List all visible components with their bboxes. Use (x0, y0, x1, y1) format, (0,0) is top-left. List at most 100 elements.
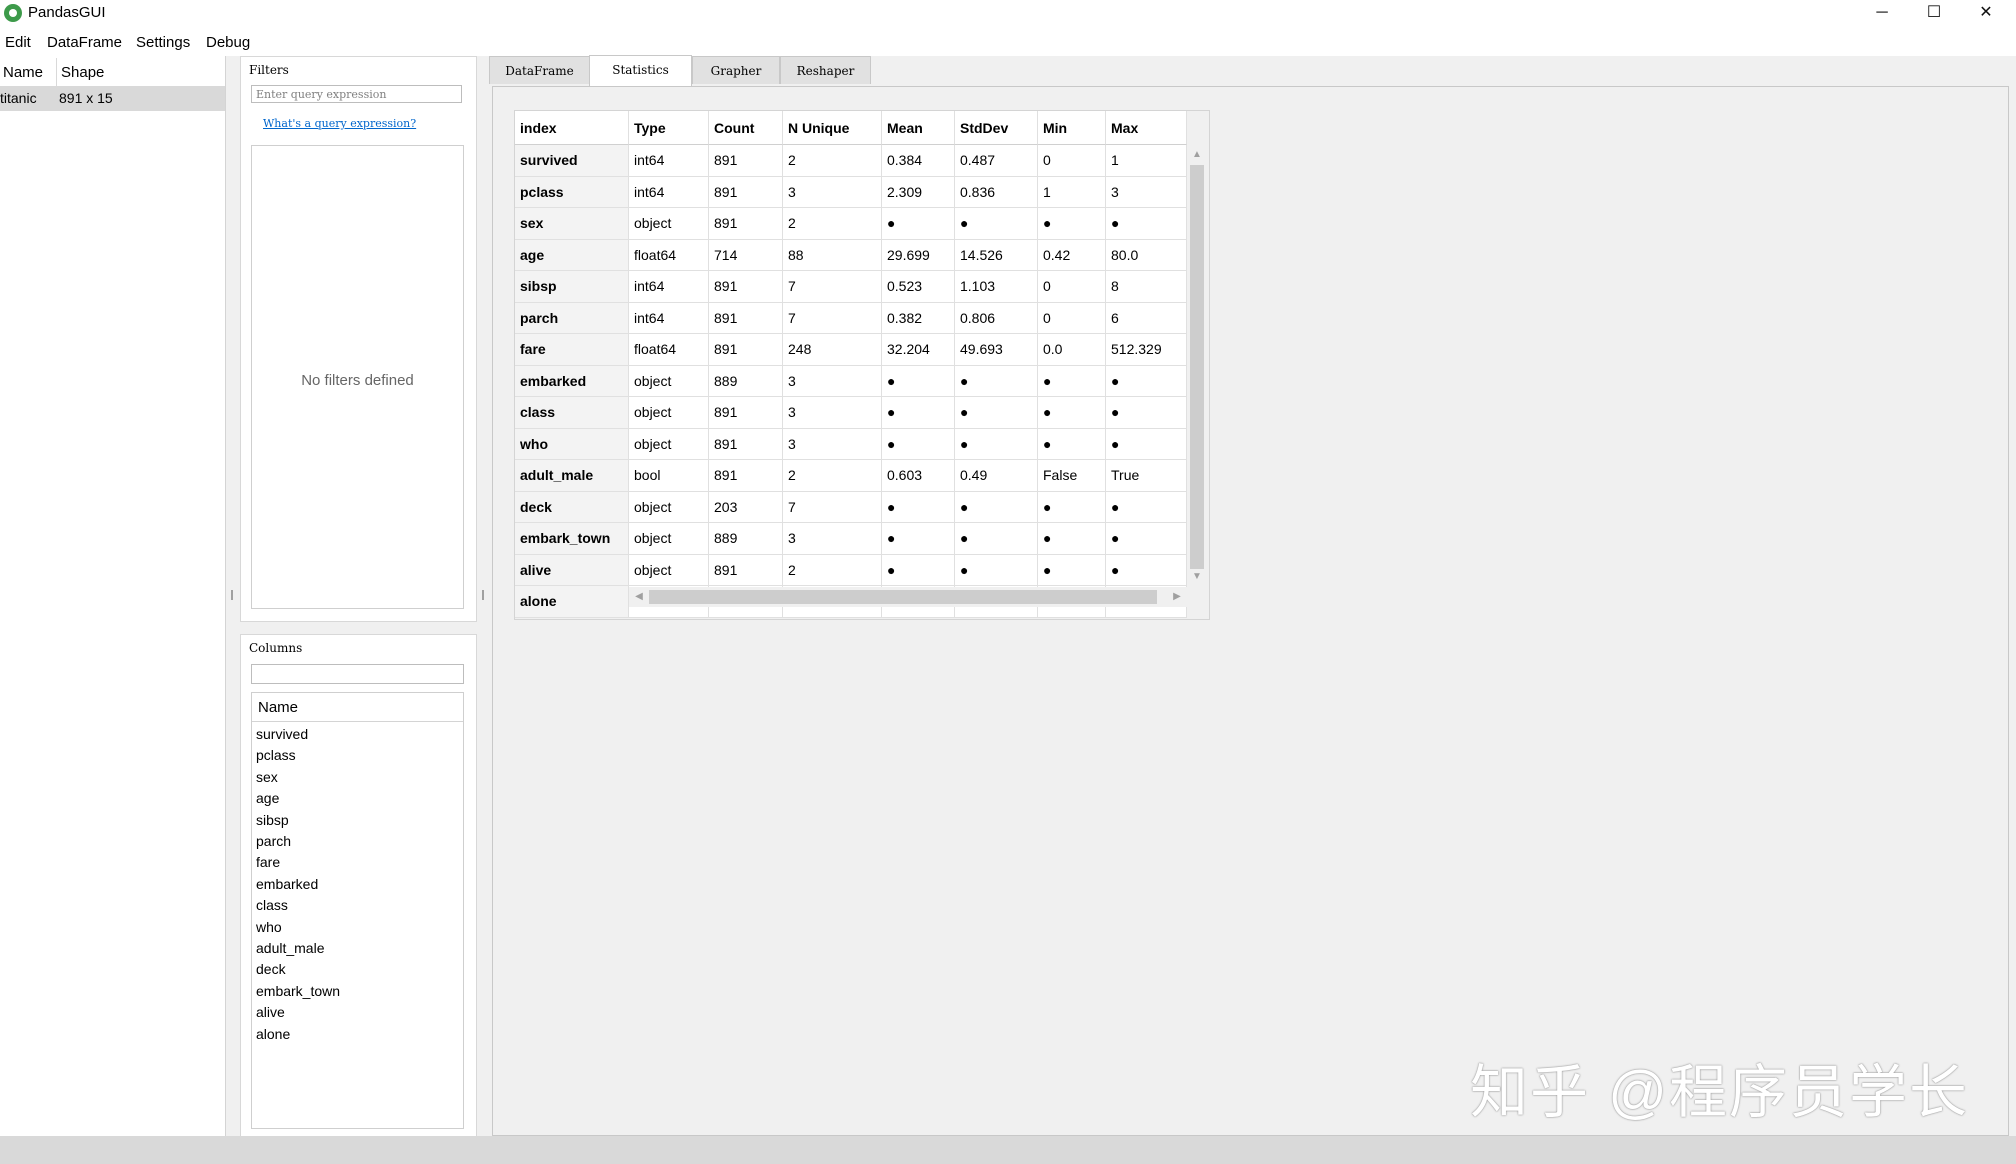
stats-row-index[interactable]: who (515, 428, 629, 460)
stats-row-index[interactable]: survived (515, 145, 629, 177)
stats-cell[interactable]: ● (1038, 365, 1106, 397)
stats-header-count[interactable]: Count (709, 111, 783, 145)
stats-cell[interactable]: float64 (629, 334, 709, 366)
scroll-up-arrow-icon[interactable]: ▲ (1187, 147, 1207, 163)
column-item[interactable]: pclass (256, 747, 296, 763)
stats-cell[interactable]: 3 (783, 365, 882, 397)
stats-cell[interactable]: ● (955, 208, 1038, 240)
stats-cell[interactable]: 2 (783, 460, 882, 492)
stats-cell[interactable]: object (629, 365, 709, 397)
menu-debug[interactable]: Debug (206, 34, 250, 51)
columns-search-input[interactable] (251, 664, 464, 684)
maximize-button[interactable]: ☐ (1910, 0, 1958, 28)
stats-cell[interactable]: 2 (783, 145, 882, 177)
stats-cell[interactable]: 0.836 (955, 176, 1038, 208)
stats-row-index[interactable]: sex (515, 208, 629, 240)
stats-cell[interactable]: False (1038, 460, 1106, 492)
stats-row-index[interactable]: embarked (515, 365, 629, 397)
stats-cell[interactable]: 0 (1038, 145, 1106, 177)
stats-cell[interactable]: 0 (1038, 271, 1106, 303)
stats-cell[interactable]: 203 (709, 491, 783, 523)
stats-cell[interactable]: ● (1106, 554, 1187, 586)
stats-cell[interactable]: ● (955, 554, 1038, 586)
stats-cell[interactable]: 1 (1106, 145, 1187, 177)
stats-cell[interactable]: ● (1106, 428, 1187, 460)
stats-cell[interactable]: int64 (629, 145, 709, 177)
stats-cell[interactable]: float64 (629, 239, 709, 271)
stats-cell[interactable]: 891 (709, 554, 783, 586)
minimize-button[interactable]: ─ (1858, 0, 1906, 28)
tab-grapher[interactable]: Grapher (692, 56, 780, 84)
stats-cell[interactable]: 0.49 (955, 460, 1038, 492)
stats-cell[interactable]: ● (1038, 208, 1106, 240)
column-item[interactable]: alive (256, 1004, 285, 1020)
stats-cell[interactable]: 891 (709, 397, 783, 429)
stats-cell[interactable]: 6 (1106, 302, 1187, 334)
stats-cell[interactable]: 0 (1038, 302, 1106, 334)
stats-cell[interactable]: 2 (783, 554, 882, 586)
stats-cell[interactable]: 2 (783, 208, 882, 240)
stats-cell[interactable]: 88 (783, 239, 882, 271)
stats-cell[interactable]: ● (882, 554, 955, 586)
close-button[interactable]: ✕ (1962, 0, 2010, 28)
dataframe-row-titanic[interactable]: titanic 891 x 15 (0, 87, 225, 111)
stats-cell[interactable]: ● (882, 428, 955, 460)
stats-cell[interactable]: 8 (1106, 271, 1187, 303)
column-item[interactable]: embark_town (256, 983, 340, 999)
stats-row-index[interactable]: adult_male (515, 460, 629, 492)
stats-cell[interactable]: int64 (629, 302, 709, 334)
stats-cell[interactable]: 714 (709, 239, 783, 271)
stats-cell[interactable]: int64 (629, 271, 709, 303)
stats-row-index[interactable]: alive (515, 554, 629, 586)
stats-cell[interactable]: 891 (709, 460, 783, 492)
stats-cell[interactable]: ● (882, 523, 955, 555)
stats-cell[interactable]: True (1106, 460, 1187, 492)
stats-cell[interactable]: object (629, 208, 709, 240)
stats-cell[interactable]: 0.42 (1038, 239, 1106, 271)
stats-header-type[interactable]: Type (629, 111, 709, 145)
stats-cell[interactable]: ● (1038, 491, 1106, 523)
stats-cell[interactable]: 7 (783, 491, 882, 523)
stats-cell[interactable]: ● (882, 397, 955, 429)
stats-cell[interactable]: 891 (709, 302, 783, 334)
stats-row-index[interactable]: parch (515, 302, 629, 334)
column-item[interactable]: sibsp (256, 812, 289, 828)
stats-cell[interactable]: ● (882, 365, 955, 397)
stats-cell[interactable]: bool (629, 460, 709, 492)
stats-cell[interactable]: 248 (783, 334, 882, 366)
stats-cell[interactable]: 891 (709, 176, 783, 208)
stats-cell[interactable]: 3 (783, 176, 882, 208)
stats-cell[interactable]: 891 (709, 145, 783, 177)
header-shape[interactable]: Shape (61, 64, 104, 81)
scroll-down-arrow-icon[interactable]: ▼ (1187, 569, 1207, 585)
tab-reshaper[interactable]: Reshaper (780, 56, 871, 84)
stats-cell[interactable]: 1 (1038, 176, 1106, 208)
columns-list-header[interactable]: Name (252, 693, 463, 722)
stats-cell[interactable]: ● (955, 428, 1038, 460)
stats-cell[interactable]: 0.487 (955, 145, 1038, 177)
stats-cell[interactable]: ● (1106, 365, 1187, 397)
stats-cell[interactable]: 32.204 (882, 334, 955, 366)
stats-cell[interactable]: 0.0 (1038, 334, 1106, 366)
stats-cell[interactable]: 29.699 (882, 239, 955, 271)
stats-cell[interactable]: ● (955, 523, 1038, 555)
column-item[interactable]: class (256, 897, 288, 913)
horizontal-scroll-thumb[interactable] (649, 590, 1157, 604)
vertical-scrollbar[interactable]: ▲ ▼ (1187, 145, 1207, 587)
stats-cell[interactable]: 891 (709, 334, 783, 366)
header-name[interactable]: Name (3, 64, 43, 81)
stats-cell[interactable]: 891 (709, 271, 783, 303)
stats-row-index[interactable]: age (515, 239, 629, 271)
query-input[interactable] (251, 85, 462, 103)
stats-row-index[interactable]: pclass (515, 176, 629, 208)
stats-cell[interactable]: 7 (783, 271, 882, 303)
stats-cell[interactable]: 0.806 (955, 302, 1038, 334)
stats-cell[interactable]: 891 (709, 208, 783, 240)
stats-cell[interactable]: 0.384 (882, 145, 955, 177)
stats-cell[interactable]: ● (1038, 428, 1106, 460)
scroll-right-arrow-icon[interactable]: ▶ (1169, 587, 1185, 607)
stats-header-max[interactable]: Max (1106, 111, 1187, 145)
stats-cell[interactable]: 891 (709, 428, 783, 460)
stats-cell[interactable]: 3 (783, 523, 882, 555)
menu-edit[interactable]: Edit (5, 34, 31, 51)
